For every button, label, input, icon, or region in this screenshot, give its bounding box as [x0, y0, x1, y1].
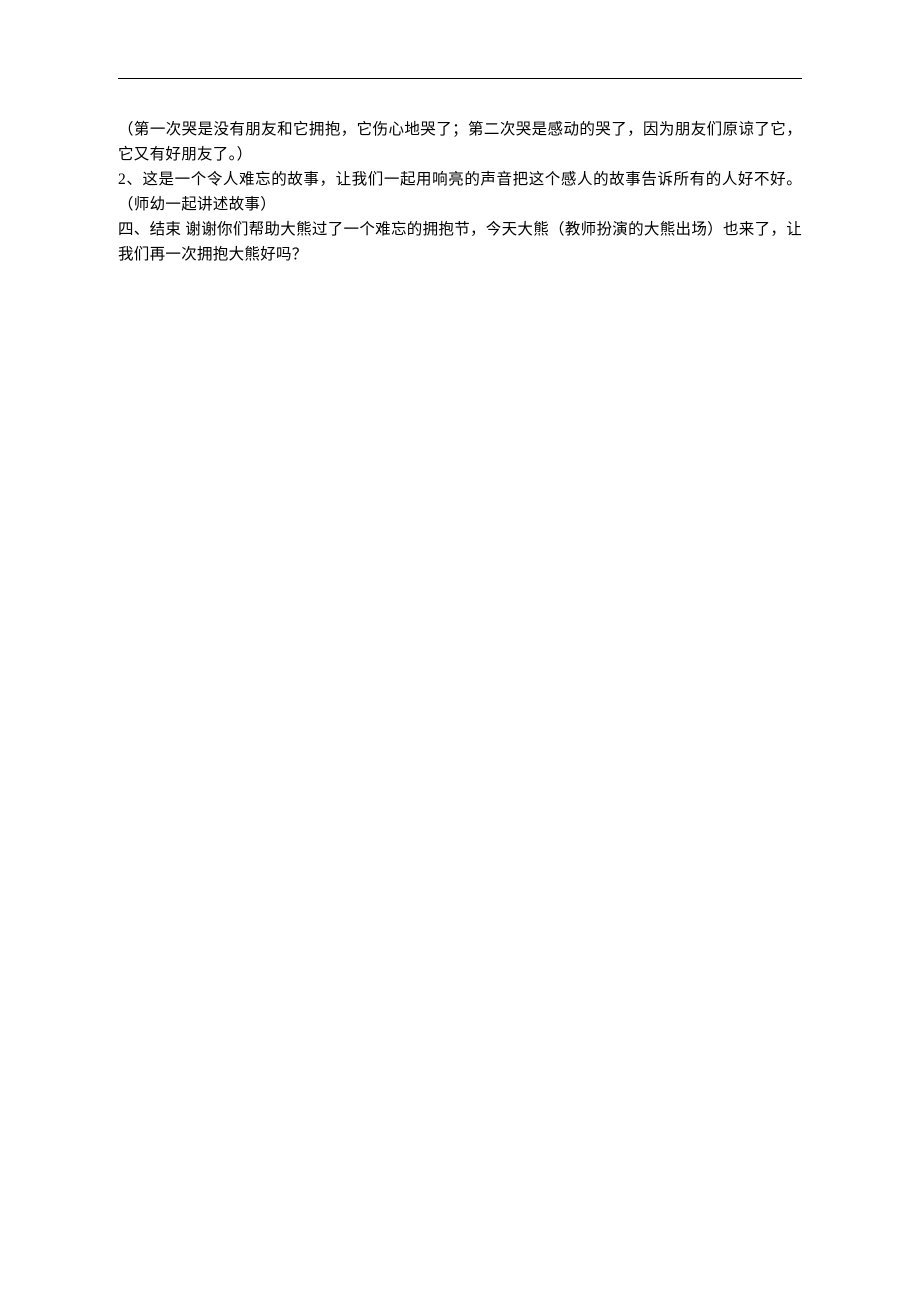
paragraph-3: 四、结束 谢谢你们帮助大熊过了一个难忘的拥抱节，今天大熊（教师扮演的大熊出场）也…: [118, 217, 802, 267]
horizontal-rule: [118, 78, 802, 79]
paragraph-2: 2、这是一个令人难忘的故事，让我们一起用响亮的声音把这个感人的故事告诉所有的人好…: [118, 167, 802, 217]
document-page: （第一次哭是没有朋友和它拥抱，它伤心地哭了；第二次哭是感动的哭了，因为朋友们原谅…: [0, 0, 920, 267]
paragraph-1: （第一次哭是没有朋友和它拥抱，它伤心地哭了；第二次哭是感动的哭了，因为朋友们原谅…: [118, 117, 802, 167]
